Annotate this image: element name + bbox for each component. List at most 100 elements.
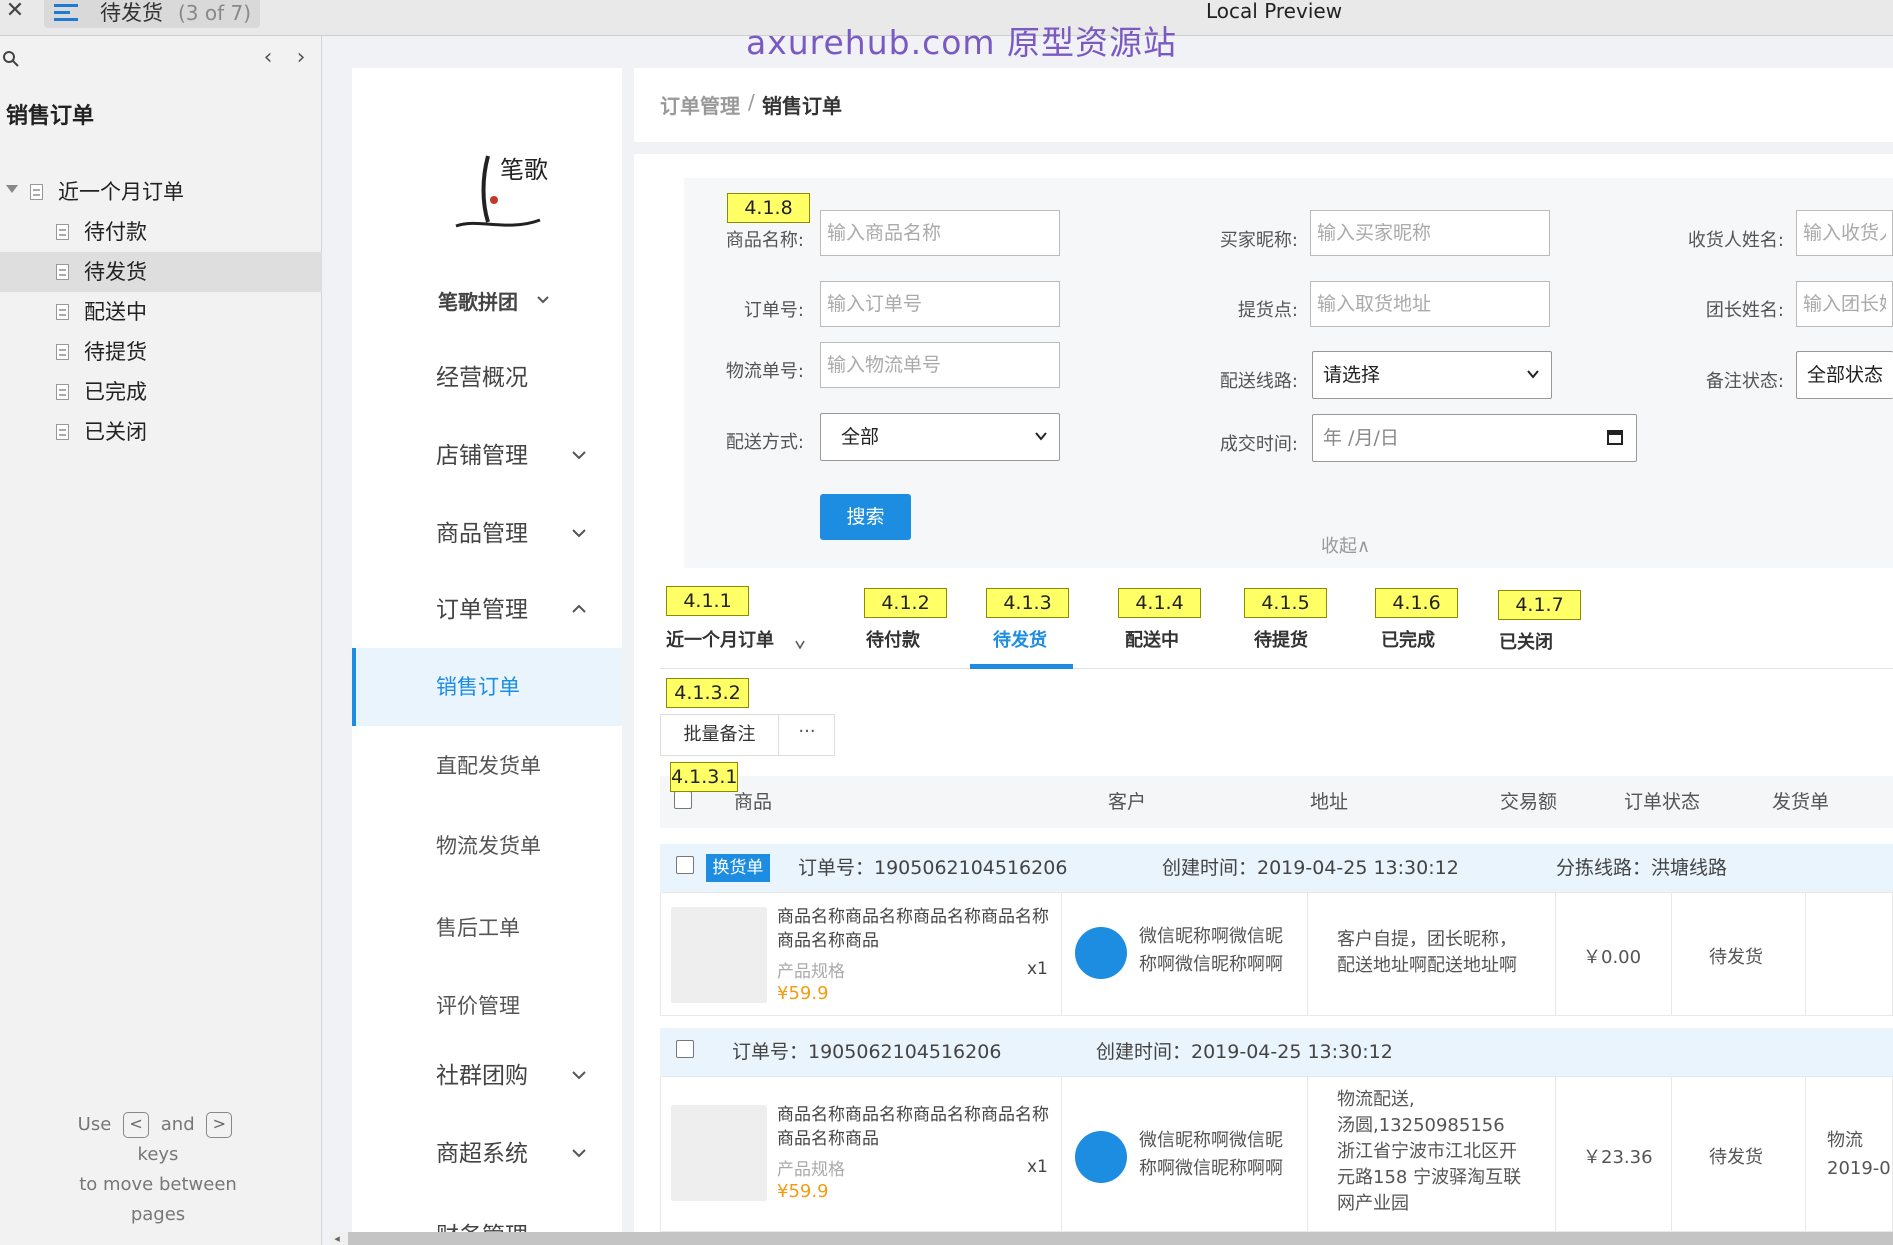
chevron-down-icon[interactable] xyxy=(535,292,551,308)
store-switcher[interactable]: 笔歌拼团 xyxy=(438,286,518,315)
tabs-divider xyxy=(660,668,1893,669)
main-nav: 笔歌 笔歌拼团 经营概况 店铺管理 商品管理 订单管理 销售订单 直配发货单 物… xyxy=(352,68,622,1245)
exchange-order-badge: 换货单 xyxy=(706,854,770,882)
nav-sales-orders[interactable]: 销售订单 xyxy=(352,648,622,726)
chevron-down-icon xyxy=(572,529,586,538)
breadcrumb-parent[interactable]: 订单管理 xyxy=(660,90,740,119)
product-quantity: x1 xyxy=(1027,959,1048,979)
tree-item-label: 已完成 xyxy=(84,380,147,404)
order-amount: ￥0.00 xyxy=(1583,947,1642,968)
calendar-icon[interactable] xyxy=(1606,428,1624,446)
deal-time-date-input[interactable]: 年 /月/日 xyxy=(1312,414,1637,462)
select-value: 全部状态 xyxy=(1807,364,1884,386)
logistics-no-input[interactable] xyxy=(820,342,1060,388)
tab-recent-month[interactable]: 近一个月订单 xyxy=(666,626,774,652)
column-divider xyxy=(1671,893,1672,1015)
delivery-route-select[interactable]: 请选择 xyxy=(1312,351,1552,399)
nav-logistics-shipping[interactable]: 物流发货单 xyxy=(352,814,622,878)
tree-item-unpaid[interactable]: 待付款 xyxy=(0,212,322,252)
leader-name-input[interactable] xyxy=(1796,281,1893,327)
tree-item-label: 待提货 xyxy=(84,340,147,364)
nav-overview[interactable]: 经营概况 xyxy=(352,346,622,410)
select-all-checkbox[interactable] xyxy=(674,791,692,809)
remark-status-label: 备注状态: xyxy=(1705,371,1784,392)
tree-item-label: 待发货 xyxy=(84,260,147,284)
tab-pickup[interactable]: 待提货 xyxy=(1254,626,1308,652)
delivery-method-select[interactable]: 全部 xyxy=(820,413,1060,461)
order-address: 物流配送, 汤圆,13250985156 浙江省宁波市江北区开 元路158 宁波… xyxy=(1337,1087,1541,1217)
annotation-label: 4.1.4 xyxy=(1118,588,1201,618)
bulk-remark-button[interactable]: 批量备注 xyxy=(661,715,779,755)
customer-avatar xyxy=(1075,927,1127,979)
chevron-down-icon[interactable] xyxy=(794,638,806,650)
order-amount: ￥23.36 xyxy=(1583,1147,1653,1168)
close-icon[interactable]: ✕ xyxy=(4,0,26,22)
product-thumbnail[interactable] xyxy=(671,907,767,1003)
previous-page-icon[interactable]: ‹ xyxy=(257,46,279,70)
help-text: pages xyxy=(130,1204,186,1225)
more-actions-button[interactable]: ··· xyxy=(779,715,835,755)
table-header: 商品 客户 地址 交易额 订单状态 发货单 xyxy=(660,776,1893,828)
nav-reviews[interactable]: 评价管理 xyxy=(352,974,622,1038)
chevron-down-icon xyxy=(572,1149,586,1158)
chevron-up-icon xyxy=(572,604,586,613)
nav-direct-shipping[interactable]: 直配发货单 xyxy=(352,734,622,798)
nav-after-sales[interactable]: 售后工单 xyxy=(352,896,622,960)
search-icon[interactable] xyxy=(2,50,20,68)
product-name-input[interactable] xyxy=(820,210,1060,256)
tab-closed[interactable]: 已关闭 xyxy=(1499,628,1553,654)
product-name[interactable]: 商品名称商品名称商品名称商品名称商品名称商品 xyxy=(777,905,1049,953)
select-value: 全部 xyxy=(841,426,880,448)
scroll-left-icon[interactable]: ◂ xyxy=(330,1232,344,1245)
tab-unpaid[interactable]: 待付款 xyxy=(866,626,920,652)
caret-down-icon[interactable] xyxy=(6,185,18,193)
menu-icon[interactable] xyxy=(54,4,78,24)
nav-order-management[interactable]: 订单管理 xyxy=(352,578,622,642)
order-no-input[interactable] xyxy=(820,281,1060,327)
tree-item-to-ship[interactable]: 待发货 xyxy=(0,252,322,292)
order-no-label: 订单号: xyxy=(743,300,804,321)
receiver-name-input[interactable] xyxy=(1796,210,1893,256)
order-checkbox[interactable] xyxy=(676,1040,694,1058)
tree-item-completed[interactable]: 已完成 xyxy=(0,372,322,412)
column-divider xyxy=(1671,1077,1672,1231)
tree-item-label: 已关闭 xyxy=(84,420,147,444)
annotation-label: 4.1.3.2 xyxy=(666,678,749,708)
tree-item-pickup[interactable]: 待提货 xyxy=(0,332,322,372)
search-button[interactable]: 搜索 xyxy=(820,494,911,540)
tree-item-shipping[interactable]: 配送中 xyxy=(0,292,322,332)
tree-item-label: 配送中 xyxy=(84,300,147,324)
delivery-method-label: 配送方式: xyxy=(725,432,804,453)
remark-status-select[interactable]: 全部状态 xyxy=(1796,351,1893,399)
next-page-icon[interactable]: › xyxy=(290,46,312,70)
collapse-filters-link[interactable]: 收起∧ xyxy=(1321,532,1370,558)
product-thumbnail[interactable] xyxy=(671,1105,767,1201)
pickup-point-input[interactable] xyxy=(1310,281,1550,327)
horizontal-scrollbar-thumb[interactable] xyxy=(348,1232,1893,1245)
shipping-line: 2019-0 xyxy=(1827,1158,1891,1179)
svg-text:笔歌: 笔歌 xyxy=(500,156,548,184)
breadcrumb-current: 销售订单 xyxy=(762,94,842,118)
product-name[interactable]: 商品名称商品名称商品名称商品名称商品名称商品 xyxy=(777,1103,1049,1151)
customer-avatar xyxy=(1075,1131,1127,1183)
address-line: 客户自提，团长昵称， xyxy=(1337,929,1517,950)
help-text: to move between xyxy=(79,1174,237,1195)
tree-item-recent[interactable]: 近一个月订单 xyxy=(0,172,322,212)
pickup-point-label: 提货点: xyxy=(1237,300,1298,321)
table-row[interactable]: 商品名称商品名称商品名称商品名称商品名称商品 产品规格 x1 ¥59.9 微信昵… xyxy=(660,892,1893,1016)
nav-product-management[interactable]: 商品管理 xyxy=(352,502,622,566)
column-divider xyxy=(1555,1077,1556,1231)
help-text: and xyxy=(160,1114,195,1135)
order-checkbox[interactable] xyxy=(676,856,694,874)
page-tab[interactable]: 待发货 (3 of 7) xyxy=(44,0,260,28)
nav-supermarket[interactable]: 商超系统 xyxy=(352,1122,622,1186)
nav-group-buying[interactable]: 社群团购 xyxy=(352,1044,622,1108)
tab-completed[interactable]: 已完成 xyxy=(1381,626,1435,652)
buyer-nick-input[interactable] xyxy=(1310,210,1550,256)
table-row[interactable]: 商品名称商品名称商品名称商品名称商品名称商品 产品规格 x1 ¥59.9 微信昵… xyxy=(660,1076,1893,1232)
tree-item-closed[interactable]: 已关闭 xyxy=(0,412,322,452)
tab-shipping[interactable]: 配送中 xyxy=(1125,626,1179,652)
tab-to-ship[interactable]: 待发货 xyxy=(993,626,1047,652)
nav-store-management[interactable]: 店铺管理 xyxy=(352,424,622,488)
buyer-nick-label: 买家昵称: xyxy=(1219,230,1298,251)
